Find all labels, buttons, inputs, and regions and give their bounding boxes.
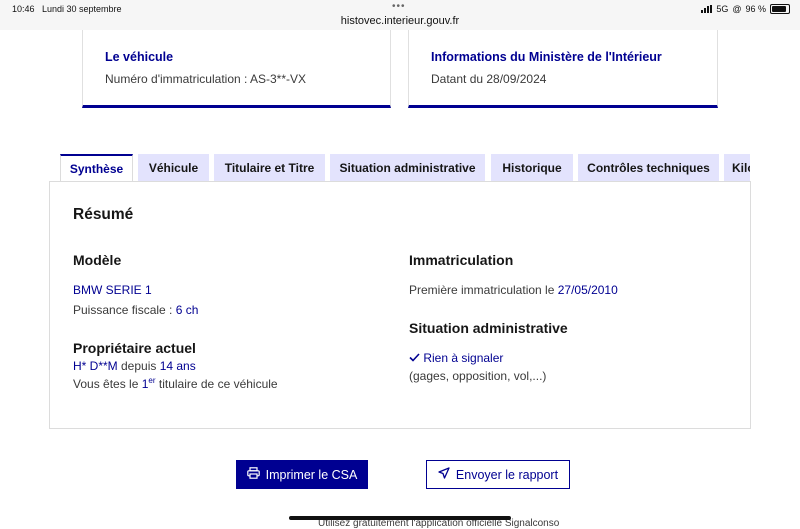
resume-heading: Résumé — [73, 206, 134, 223]
printer-icon — [246, 467, 260, 482]
print-csa-button[interactable]: Imprimer le CSA — [236, 460, 368, 489]
status-time: 10:46 — [12, 4, 35, 14]
tab-titulaire-titre[interactable]: Titulaire et Titre — [214, 154, 325, 182]
tab-kilometrage[interactable]: Kilo — [724, 154, 750, 182]
depuis-value: 14 ans — [159, 359, 196, 373]
depuis-label: depuis — [117, 359, 160, 373]
puissance-fiscale: Puissance fiscale : 6 ch — [73, 303, 198, 317]
proprietaire-heading: Propriétaire actuel — [73, 340, 196, 356]
first-registration-date: 27/05/2010 — [557, 283, 618, 297]
tab-historique[interactable]: Historique — [491, 154, 573, 182]
send-report-button[interactable]: Envoyer le rapport — [426, 460, 570, 489]
vehicle-card-title: Le véhicule — [105, 50, 174, 64]
rank-suffix: titulaire de ce véhicule — [155, 377, 278, 391]
owner-rank: Vous êtes le 1er titulaire de ce véhicul… — [73, 376, 278, 391]
situation-heading: Situation administrative — [409, 320, 568, 336]
situation-status-text: Rien à signaler — [423, 351, 504, 365]
battery-icon — [770, 4, 790, 14]
tab-synthese[interactable]: Synthèse — [60, 154, 133, 182]
send-report-label: Envoyer le rapport — [455, 467, 559, 482]
vehicle-card: Le véhicule Numéro d'immatriculation : A… — [82, 30, 391, 108]
data-date: Datant du 28/09/2024 — [431, 72, 547, 86]
address-bar-url[interactable]: histovec.interieur.gouv.fr — [0, 15, 800, 27]
puissance-label: Puissance fiscale : — [73, 303, 176, 317]
print-csa-label: Imprimer le CSA — [265, 467, 358, 482]
situation-detail: (gages, opposition, vol,...) — [409, 369, 547, 383]
signal-icon — [701, 5, 713, 13]
home-indicator[interactable] — [289, 516, 511, 520]
synthese-panel: Résumé Modèle BMW SERIE 1 Puissance fisc… — [49, 181, 751, 429]
rank-sup: er — [148, 376, 156, 385]
status-right-group: 5G @ 96 % — [701, 4, 790, 14]
rank-prefix: Vous êtes le — [73, 377, 142, 391]
ministere-card: Informations du Ministère de l'Intérieur… — [408, 30, 718, 108]
owner-name: H* D**M — [73, 359, 118, 373]
battery-level: 96 % — [745, 4, 766, 14]
browser-status-bar: 10:46 Lundi 30 septembre ••• histovec.in… — [0, 0, 800, 30]
tab-vehicule[interactable]: Véhicule — [138, 154, 209, 182]
network-type: 5G — [716, 4, 729, 14]
puissance-value: 6 ch — [175, 303, 199, 317]
first-registration-label: Première immatriculation le — [409, 283, 558, 297]
location-icon: @ — [732, 4, 742, 14]
first-registration: Première immatriculation le 27/05/2010 — [409, 283, 618, 297]
modele-heading: Modèle — [73, 252, 122, 268]
ministere-card-title: Informations du Ministère de l'Intérieur — [431, 50, 662, 64]
rank-number: 1er — [142, 376, 156, 391]
registration-number: Numéro d'immatriculation : AS-3**-VX — [105, 72, 307, 86]
tab-bar: Synthèse Véhicule Titulaire et Titre Sit… — [60, 154, 750, 182]
more-dots-icon[interactable]: ••• — [392, 1, 406, 12]
model-name: BMW SERIE 1 — [73, 283, 152, 297]
send-arrow-icon — [438, 467, 450, 482]
immatriculation-heading: Immatriculation — [409, 252, 514, 268]
checkmark-icon — [409, 351, 423, 365]
situation-status: Rien à signaler — [409, 351, 503, 365]
status-date: Lundi 30 septembre — [42, 4, 122, 14]
owner-line: H* D**M depuis 14 ans — [73, 359, 196, 373]
tab-controles-techniques[interactable]: Contrôles techniques — [578, 154, 719, 182]
tab-situation-administrative[interactable]: Situation administrative — [330, 154, 485, 182]
